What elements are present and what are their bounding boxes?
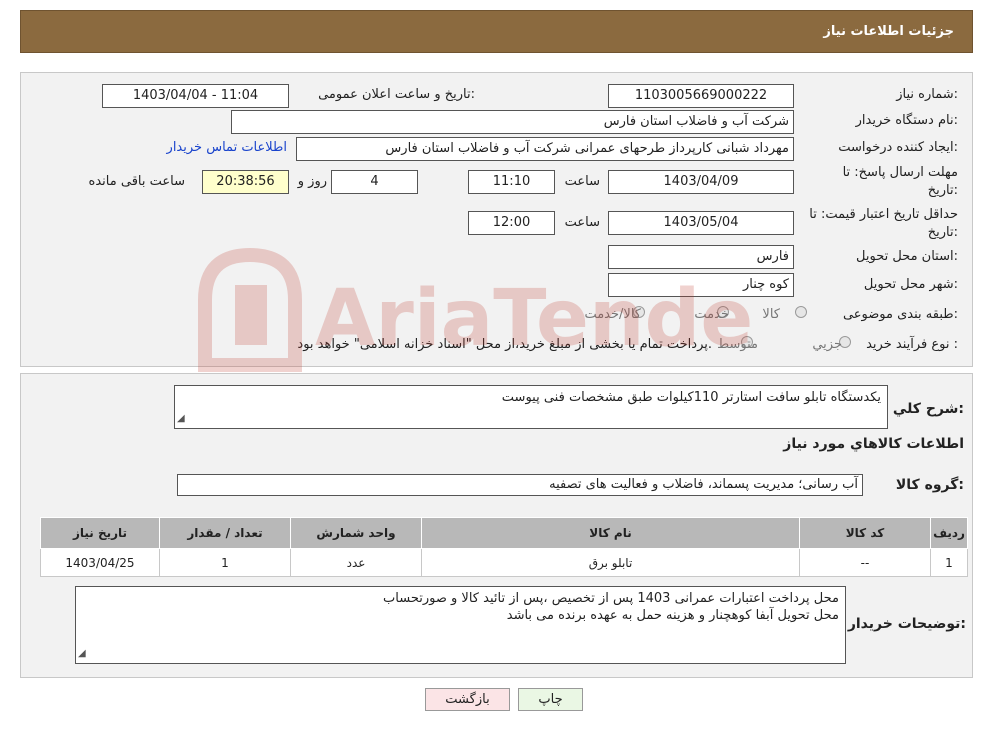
province-field[interactable]: فارس <box>608 245 794 269</box>
creator-label: ایجاد کننده درخواست: <box>838 140 958 155</box>
table-row: 1 -- تابلو برق عدد 1 1403/04/25 <box>40 548 968 577</box>
resize-grip-icon[interactable]: ◢ <box>78 645 86 662</box>
col-row-number: ردیف <box>930 517 968 549</box>
col-goods-name: نام کالا <box>421 517 800 549</box>
summary-textarea[interactable]: یکدستگاه تابلو سافت استارتر 110کیلوات طب… <box>174 385 888 429</box>
purchase-note: پرداخت تمام یا بخشی از مبلغ خرید،از محل … <box>297 337 712 352</box>
items-table-header: ردیف کد کالا نام کالا واحد شمارش تعداد /… <box>40 517 968 549</box>
buyer-notes-line-2: محل تحویل آبفا کوهچنار و هزینه حمل به عه… <box>506 608 839 623</box>
deadline-label: مهلت ارسال پاسخ: تا <box>842 165 958 180</box>
buyer-org-label: نام دستگاه خریدار: <box>855 113 958 128</box>
validity-label: حداقل تاریخ اعتبار قیمت: تا <box>809 207 958 222</box>
category-option-goods: کالا <box>762 307 780 322</box>
creator-field[interactable]: مهرداد شبانی کارپرداز طرحهای عمرانی شرکت… <box>296 137 794 161</box>
print-button[interactable]: چاپ <box>518 688 583 711</box>
announce-field[interactable]: 1403/04/04 - 11:04 <box>102 84 289 108</box>
validity-date-field[interactable]: 1403/05/04 <box>608 211 794 235</box>
deadline-label-2: تاریخ: <box>927 183 958 198</box>
remaining-time-field: 20:38:56 <box>202 170 289 194</box>
category-option-goods-service: کالا/خدمت <box>584 307 641 322</box>
purchase-option-medium: متوسط <box>717 337 758 352</box>
cell-unit: عدد <box>290 548 422 577</box>
items-table: ردیف کد کالا نام کالا واحد شمارش تعداد /… <box>40 517 968 577</box>
cell-need-date: 1403/04/25 <box>40 548 160 577</box>
purchase-option-minor: جزیي <box>812 337 842 352</box>
buyer-notes-line-1: محل پرداخت اعتبارات عمرانی 1403 پس از تخ… <box>383 591 839 606</box>
request-info-panel: شماره نیاز: 1103005669000222 تاریخ و ساع… <box>20 72 973 367</box>
buyer-notes-label: توضیحات خریدار: <box>847 616 966 632</box>
buyer-notes-textarea[interactable]: محل پرداخت اعتبارات عمرانی 1403 پس از تخ… <box>75 586 846 664</box>
deadline-date-field[interactable]: 1403/04/09 <box>608 170 794 194</box>
cell-row-number: 1 <box>930 548 968 577</box>
city-label: شهر محل تحویل: <box>863 277 958 292</box>
page-header: جزئیات اطلاعات نیاز <box>20 10 973 53</box>
deadline-time-label: ساعت <box>564 174 600 189</box>
category-label: طبقه بندی موضوعی: <box>842 307 958 322</box>
goods-info-title: اطلاعات کالاهاي مورد نياز <box>783 436 964 452</box>
city-field[interactable]: کوه چنار <box>608 273 794 297</box>
purchase-type-label: نوع فرآیند خرید : <box>866 337 958 352</box>
remaining-label: ساعت باقی مانده <box>88 174 185 189</box>
days-label: روز و <box>297 174 327 189</box>
need-number-field[interactable]: 1103005669000222 <box>608 84 794 108</box>
col-goods-code: کد کالا <box>799 517 931 549</box>
category-radio-goods[interactable] <box>795 306 807 318</box>
province-label: استان محل تحویل: <box>856 249 958 264</box>
cell-quantity: 1 <box>159 548 291 577</box>
validity-time-field[interactable]: 12:00 <box>468 211 555 235</box>
validity-label-2: تاریخ: <box>927 225 958 240</box>
goods-group-label: گروه کالا: <box>895 477 964 493</box>
col-unit: واحد شمارش <box>290 517 422 549</box>
back-button[interactable]: بازگشت <box>425 688 510 711</box>
goods-group-field[interactable]: آب رسانی؛ مدیریت پسماند، فاضلاب و فعالیت… <box>177 474 863 496</box>
col-need-date: تاریخ نیاز <box>40 517 160 549</box>
announce-label: تاریخ و ساعت اعلان عمومی: <box>318 87 475 102</box>
category-option-service: خدمت <box>694 307 729 322</box>
cell-goods-code: -- <box>799 548 931 577</box>
summary-text: یکدستگاه تابلو سافت استارتر 110کیلوات طب… <box>501 390 881 405</box>
page-title: جزئیات اطلاعات نیاز <box>823 24 954 39</box>
resize-grip-icon[interactable]: ◢ <box>177 410 185 427</box>
validity-time-label: ساعت <box>564 215 600 230</box>
buyer-contact-link[interactable]: اطلاعات تماس خریدار <box>167 140 287 155</box>
cell-goods-name: تابلو برق <box>421 548 800 577</box>
deadline-time-field[interactable]: 11:10 <box>468 170 555 194</box>
days-field[interactable]: 4 <box>331 170 418 194</box>
need-number-label: شماره نیاز: <box>896 87 958 102</box>
buyer-org-field[interactable]: شرکت آب و فاضلاب استان فارس <box>231 110 794 134</box>
col-quantity: تعداد / مقدار <box>159 517 291 549</box>
